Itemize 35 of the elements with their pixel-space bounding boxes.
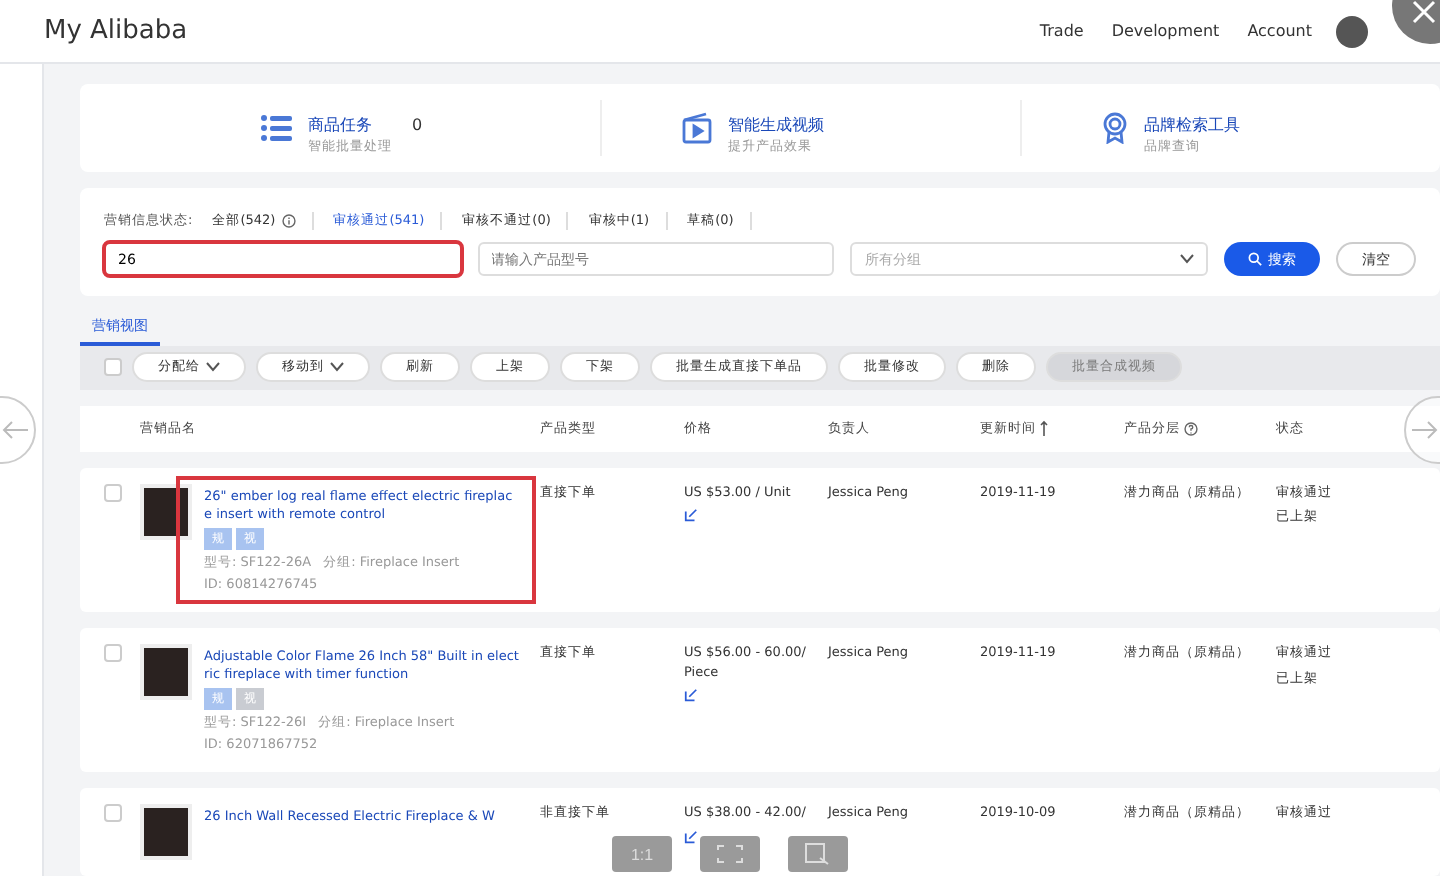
feature-link[interactable]: 商品任务 bbox=[308, 116, 372, 135]
fullscreen-icon bbox=[716, 844, 744, 864]
product-thumbnail bbox=[140, 804, 192, 860]
caret-icon bbox=[206, 362, 220, 373]
nav-link[interactable]: Development bbox=[1111, 22, 1220, 40]
video-icon bbox=[682, 112, 712, 145]
select-all-checkbox[interactable] bbox=[104, 358, 122, 377]
nav-link[interactable]: Trade bbox=[1039, 22, 1084, 40]
edit-icon[interactable] bbox=[684, 688, 698, 703]
avatar[interactable] bbox=[1336, 15, 1368, 47]
info-icon bbox=[281, 214, 296, 229]
page-title: My Alibaba bbox=[44, 16, 190, 46]
feature-link[interactable]: 智能生成视频 bbox=[728, 116, 824, 135]
arrow-left-icon bbox=[2, 420, 30, 440]
edit-icon[interactable] bbox=[684, 829, 698, 844]
row-checkbox[interactable] bbox=[104, 804, 122, 822]
row-checkbox[interactable] bbox=[104, 483, 122, 502]
caret-icon bbox=[1180, 254, 1195, 265]
product-thumbnail bbox=[140, 643, 192, 700]
row-checkbox[interactable] bbox=[104, 643, 122, 662]
export-icon bbox=[804, 842, 832, 866]
feature-count: 0 bbox=[412, 116, 423, 135]
edit-icon[interactable] bbox=[684, 508, 698, 523]
search-icon bbox=[1248, 252, 1263, 267]
close-icon bbox=[1412, 0, 1436, 24]
arrow-right-icon bbox=[1410, 420, 1438, 440]
list-icon bbox=[260, 114, 292, 143]
sort-icon[interactable] bbox=[1040, 420, 1048, 437]
nav-link[interactable]: Account bbox=[1247, 22, 1312, 40]
caret-icon bbox=[330, 362, 344, 373]
feature-link[interactable]: 品牌检索工具 bbox=[1144, 116, 1240, 135]
help-icon bbox=[1184, 421, 1198, 436]
award-icon bbox=[1102, 112, 1128, 145]
export-button[interactable] bbox=[788, 836, 848, 872]
product-thumbnail bbox=[140, 483, 192, 540]
